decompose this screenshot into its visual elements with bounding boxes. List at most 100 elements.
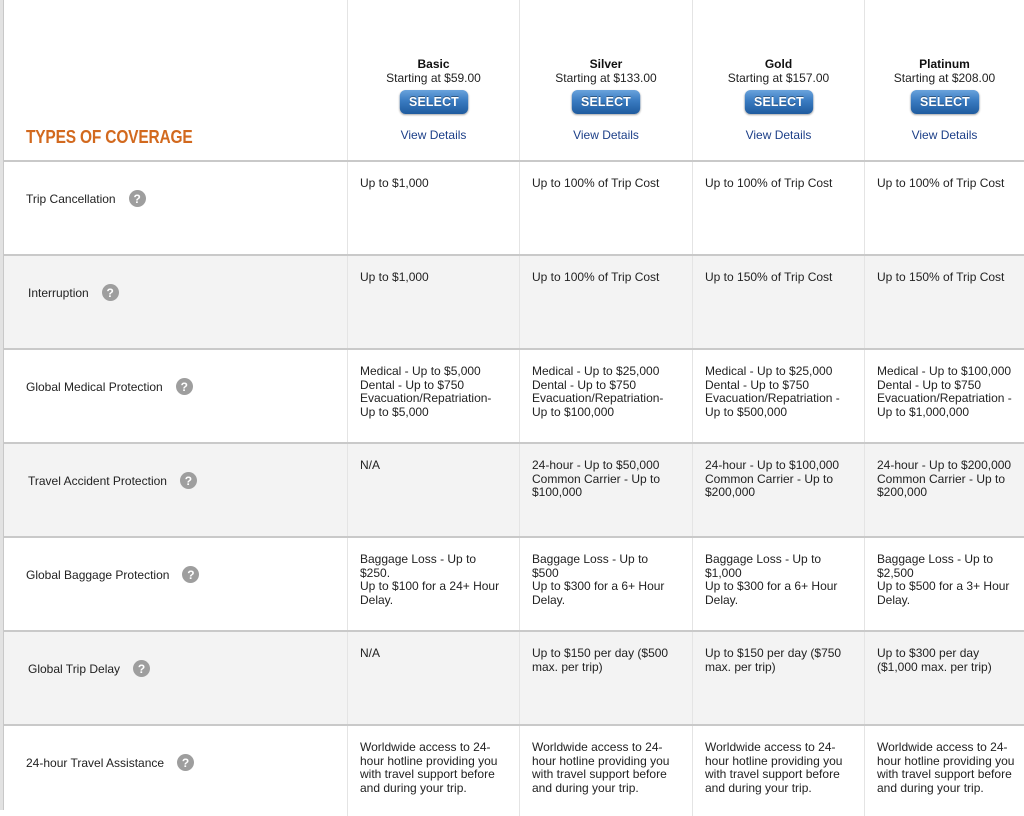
view-details-platinum-link[interactable]: View Details bbox=[865, 128, 1024, 142]
coverage-value: Up to $150 per day ($500 max. per trip) bbox=[532, 646, 669, 674]
value-cell: Up to 100% of Trip Cost bbox=[865, 162, 1024, 254]
coverage-value: Up to $300 per day ($1,000 max. per trip… bbox=[877, 646, 992, 674]
coverage-value: Worldwide access to 24- hour hotline pro… bbox=[705, 740, 843, 795]
value-cell: N/A bbox=[348, 632, 520, 724]
value-cell: Up to $1,000 bbox=[348, 256, 520, 348]
value-cell: Up to 100% of Trip Cost bbox=[693, 162, 865, 254]
plan-header-platinum: Platinum Starting at $208.00 SELECT View… bbox=[865, 0, 1024, 160]
table-row-trip-cancellation: Trip Cancellation ? Up to $1,000 Up to 1… bbox=[4, 162, 1024, 256]
plan-price: Starting at $208.00 bbox=[893, 71, 996, 85]
coverage-label-cell: Interruption ? bbox=[4, 256, 348, 348]
coverage-label-cell: Global Medical Protection ? bbox=[4, 350, 348, 442]
help-question-icon[interactable]: ? bbox=[133, 660, 151, 677]
coverage-value: Up to 100% of Trip Cost bbox=[532, 270, 660, 284]
coverage-value: 24-hour - Up to $100,000 Common Carrier … bbox=[705, 458, 840, 499]
types-of-coverage-heading: TYPES OF COVERAGE bbox=[26, 127, 193, 147]
value-cell: Medical - Up to $25,000 Dental - Up to $… bbox=[520, 350, 693, 442]
coverage-value: Worldwide access to 24- hour hotline pro… bbox=[877, 740, 1015, 795]
coverage-label: Trip Cancellation bbox=[26, 191, 116, 206]
value-cell: Up to 150% of Trip Cost bbox=[865, 256, 1024, 348]
coverage-value: Baggage Loss - Up to $1,000 Up to $300 f… bbox=[705, 552, 838, 607]
help-question-icon[interactable]: ? bbox=[177, 754, 195, 771]
coverage-value: N/A bbox=[360, 458, 381, 472]
coverage-value: 24-hour - Up to $200,000 Common Carrier … bbox=[877, 458, 1012, 499]
coverage-label: Global Baggage Protection bbox=[26, 567, 170, 582]
value-cell: 24-hour - Up to $50,000 Common Carrier -… bbox=[520, 444, 693, 536]
value-cell: Up to 100% of Trip Cost bbox=[520, 162, 693, 254]
value-cell: Medical - Up to $100,000 Dental - Up to … bbox=[865, 350, 1024, 442]
table-row-travel-accident-protection: Travel Accident Protection ? N/A 24-hour… bbox=[4, 444, 1024, 538]
value-cell: Baggage Loss - Up to $500 Up to $300 for… bbox=[520, 538, 693, 630]
plan-price: Starting at $59.00 bbox=[386, 71, 481, 85]
table-row-global-baggage-protection: Global Baggage Protection ? Baggage Loss… bbox=[4, 538, 1024, 632]
view-details-basic-link[interactable]: View Details bbox=[348, 128, 519, 142]
coverage-value: Up to 100% of Trip Cost bbox=[877, 176, 1005, 190]
plan-name: Gold bbox=[764, 57, 793, 71]
plan-name: Platinum bbox=[919, 57, 970, 71]
plan-name: Basic bbox=[417, 57, 450, 71]
select-silver-button[interactable]: SELECT bbox=[571, 90, 641, 114]
value-cell: Baggage Loss - Up to $1,000 Up to $300 f… bbox=[693, 538, 865, 630]
coverage-label-cell: Global Trip Delay ? bbox=[4, 632, 348, 724]
plan-header-gold: Gold Starting at $157.00 SELECT View Det… bbox=[693, 0, 865, 160]
coverage-label: Global Medical Protection bbox=[26, 379, 163, 394]
value-cell: Up to 150% of Trip Cost bbox=[693, 256, 865, 348]
select-gold-button[interactable]: SELECT bbox=[744, 90, 813, 114]
coverage-value: Up to 150% of Trip Cost bbox=[877, 270, 1005, 284]
value-cell: Baggage Loss - Up to $250. Up to $100 fo… bbox=[348, 538, 520, 630]
value-cell: Medical - Up to $25,000 Dental - Up to $… bbox=[693, 350, 865, 442]
value-cell: Medical - Up to $5,000 Dental - Up to $7… bbox=[348, 350, 520, 442]
plan-name: Silver bbox=[589, 57, 623, 71]
table-row-global-medical-protection: Global Medical Protection ? Medical - Up… bbox=[4, 350, 1024, 444]
value-cell: Worldwide access to 24- hour hotline pro… bbox=[865, 726, 1024, 816]
coverage-label-cell: Global Baggage Protection ? bbox=[4, 538, 348, 630]
plan-header-silver: Silver Starting at $133.00 SELECT View D… bbox=[520, 0, 693, 160]
view-details-gold-link[interactable]: View Details bbox=[693, 128, 864, 142]
value-cell: Up to 100% of Trip Cost bbox=[520, 256, 693, 348]
coverage-label: Travel Accident Protection bbox=[28, 473, 167, 488]
coverage-value: Medical - Up to $25,000 Dental - Up to $… bbox=[705, 364, 840, 419]
coverage-label: Interruption bbox=[28, 285, 89, 300]
coverage-value: Medical - Up to $25,000 Dental - Up to $… bbox=[532, 364, 664, 419]
coverage-value: Medical - Up to $5,000 Dental - Up to $7… bbox=[360, 364, 492, 419]
coverage-label-cell: Travel Accident Protection ? bbox=[4, 444, 348, 536]
value-cell: Worldwide access to 24- hour hotline pro… bbox=[520, 726, 693, 816]
coverage-value: Up to $1,000 bbox=[360, 270, 429, 284]
view-details-silver-link[interactable]: View Details bbox=[520, 128, 692, 142]
coverage-value: Up to $150 per day ($750 max. per trip) bbox=[705, 646, 842, 674]
table-row-24-hour-travel-assistance: 24-hour Travel Assistance ? Worldwide ac… bbox=[4, 726, 1024, 816]
coverage-value: Baggage Loss - Up to $2,500 Up to $500 f… bbox=[877, 552, 1010, 607]
table-row-global-trip-delay: Global Trip Delay ? N/A Up to $150 per d… bbox=[4, 632, 1024, 726]
plan-price: Starting at $157.00 bbox=[727, 71, 830, 85]
value-cell: Up to $150 per day ($750 max. per trip) bbox=[693, 632, 865, 724]
coverage-value: Baggage Loss - Up to $250. Up to $100 fo… bbox=[360, 552, 500, 607]
select-basic-button[interactable]: SELECT bbox=[399, 90, 468, 114]
help-question-icon[interactable]: ? bbox=[179, 472, 197, 489]
value-cell: Up to $150 per day ($500 max. per trip) bbox=[520, 632, 693, 724]
help-question-icon[interactable]: ? bbox=[175, 378, 193, 395]
coverage-label-cell: Trip Cancellation ? bbox=[4, 162, 348, 254]
select-platinum-button[interactable]: SELECT bbox=[910, 90, 979, 114]
coverage-value: 24-hour - Up to $50,000 Common Carrier -… bbox=[532, 458, 661, 499]
coverage-value: N/A bbox=[360, 646, 381, 660]
value-cell: 24-hour - Up to $200,000 Common Carrier … bbox=[865, 444, 1024, 536]
coverage-value: Worldwide access to 24- hour hotline pro… bbox=[532, 740, 670, 795]
coverage-value: Up to 100% of Trip Cost bbox=[532, 176, 660, 190]
value-cell: Up to $300 per day ($1,000 max. per trip… bbox=[865, 632, 1024, 724]
help-question-icon[interactable]: ? bbox=[182, 566, 200, 583]
coverage-value: Up to $1,000 bbox=[360, 176, 429, 190]
coverage-comparison-table: TYPES OF COVERAGE Basic Starting at $59.… bbox=[4, 0, 1024, 816]
help-question-icon[interactable]: ? bbox=[101, 284, 119, 301]
coverage-header-cell: TYPES OF COVERAGE bbox=[4, 0, 348, 160]
coverage-value: Medical - Up to $100,000 Dental - Up to … bbox=[877, 364, 1012, 419]
value-cell: 24-hour - Up to $100,000 Common Carrier … bbox=[693, 444, 865, 536]
table-row-interruption: Interruption ? Up to $1,000 Up to 100% o… bbox=[4, 256, 1024, 350]
value-cell: Worldwide access to 24- hour hotline pro… bbox=[348, 726, 520, 816]
plan-price: Starting at $133.00 bbox=[555, 71, 657, 85]
coverage-label: 24-hour Travel Assistance bbox=[26, 755, 165, 770]
help-question-icon[interactable]: ? bbox=[128, 190, 146, 207]
coverage-value: Baggage Loss - Up to $500 Up to $300 for… bbox=[532, 552, 665, 607]
value-cell: Worldwide access to 24- hour hotline pro… bbox=[693, 726, 865, 816]
plan-header-basic: Basic Starting at $59.00 SELECT View Det… bbox=[348, 0, 520, 160]
coverage-label-cell: 24-hour Travel Assistance ? bbox=[4, 726, 348, 816]
